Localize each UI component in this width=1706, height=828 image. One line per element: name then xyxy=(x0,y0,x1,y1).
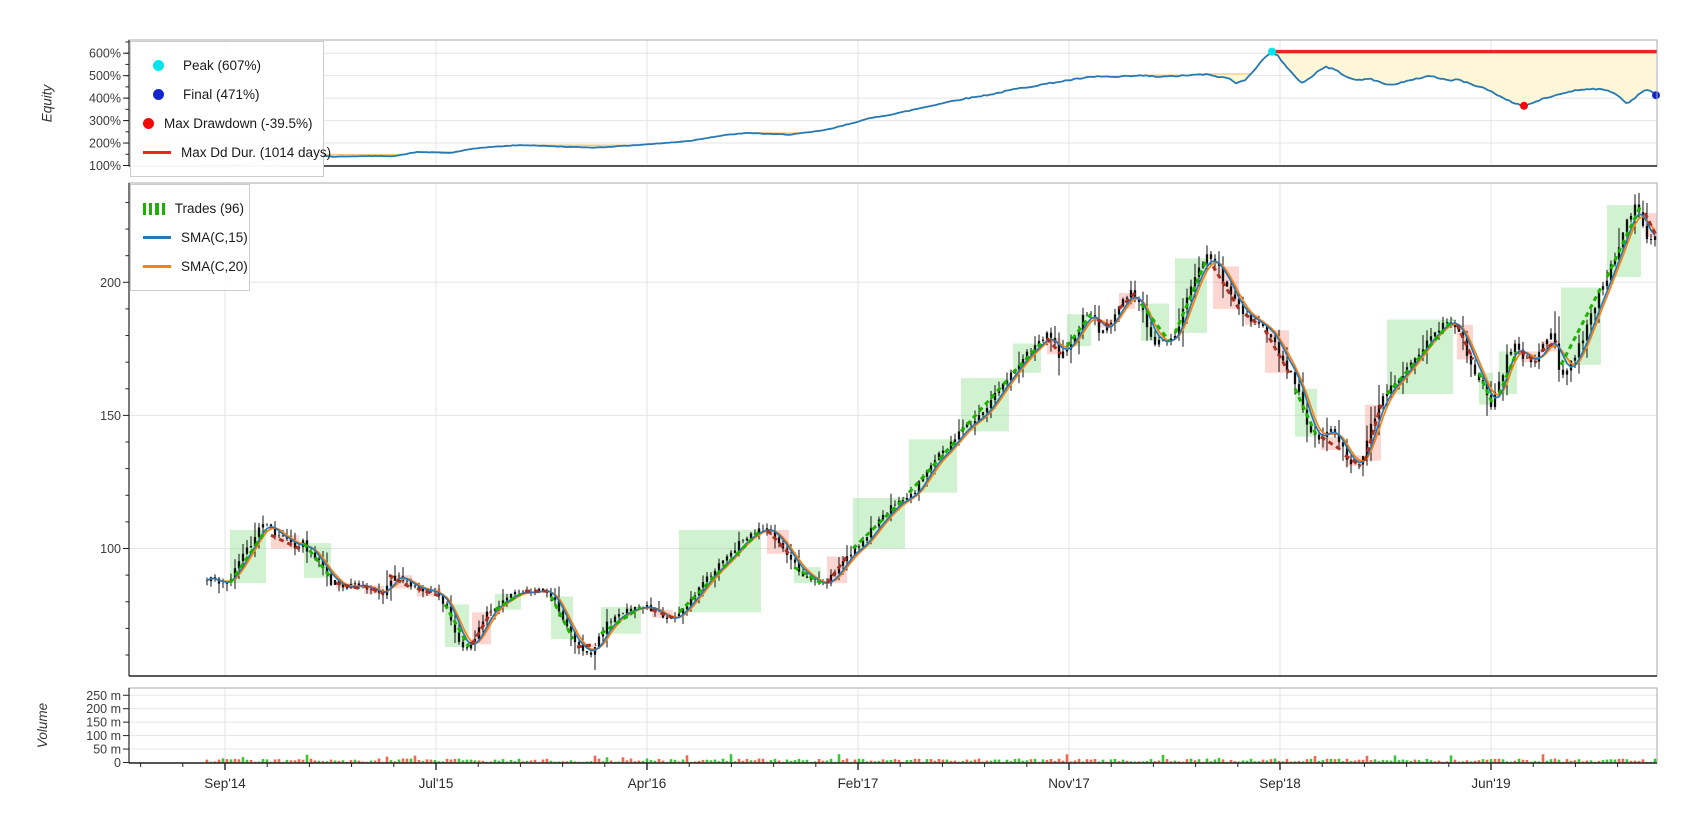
backtest-figure: 100% 200% 300% 400% 500% 600% 100 150 200 0 50 m 10… xyxy=(0,0,1706,828)
y-tick-label: 200% xyxy=(89,137,121,151)
legend-label-sma15: SMA(C,15) xyxy=(181,230,248,245)
legend-label-max-dd-duration: Max Dd Dur. (1014 days) xyxy=(181,145,332,160)
y-tick-label: 200 xyxy=(100,276,121,290)
equity-legend: Peak (607%) Final (471%) Max Drawdown (-… xyxy=(130,41,331,177)
final-dot-icon xyxy=(143,89,173,100)
final-marker xyxy=(1652,91,1660,100)
y-tick-label: 150 xyxy=(100,409,121,423)
sma15-line-icon xyxy=(143,236,171,239)
x-axis-label: Nov'17 xyxy=(1048,776,1090,791)
sma20-line-icon xyxy=(143,265,171,268)
y-tick-label: 100 xyxy=(100,542,121,556)
legend-label-max-drawdown: Max Drawdown (-39.5%) xyxy=(164,116,313,131)
legend-label-peak: Peak (607%) xyxy=(183,58,262,73)
x-axis-label: Feb'17 xyxy=(838,776,879,791)
peak-dot-icon xyxy=(143,60,173,71)
legend-label-trades: Trades (96) xyxy=(174,201,245,216)
legend-item-trades: Trades (96) xyxy=(143,194,244,223)
volume-plot-area[interactable] xyxy=(129,688,1657,763)
y-tick-label: 600% xyxy=(89,47,121,61)
legend-item-max-drawdown: Max Drawdown (-39.5%) xyxy=(143,109,313,138)
volume-axis-title: Volume xyxy=(35,702,51,749)
y-tick-label: 250 m xyxy=(86,689,121,703)
y-tick-label: 100 m xyxy=(86,729,121,743)
y-tick-label: 500% xyxy=(89,69,121,83)
equity-axis-title: Equity xyxy=(39,84,55,123)
x-axis-label: Sep'14 xyxy=(204,776,246,791)
trades-dashes-icon xyxy=(143,202,165,215)
legend-item-final: Final (471%) xyxy=(143,80,309,109)
price-legend: Trades (96) SMA(C,15) SMA(C,20) xyxy=(130,184,250,291)
max-dd-duration-line-icon xyxy=(143,151,171,154)
x-axis-label: Jul'15 xyxy=(419,776,454,791)
max-drawdown-marker xyxy=(1520,101,1528,110)
y-tick-label: 400% xyxy=(89,92,121,106)
legend-item-peak: Peak (607%) xyxy=(143,51,309,80)
x-axis-label: Sep'18 xyxy=(1259,776,1301,791)
price-plot-area[interactable] xyxy=(129,183,1657,676)
legend-label-sma20: SMA(C,20) xyxy=(181,259,248,274)
legend-item-max-dd-duration: Max Dd Dur. (1014 days) xyxy=(143,138,331,167)
y-tick-label: 300% xyxy=(89,114,121,128)
max-drawdown-dot-icon xyxy=(143,118,154,129)
peak-marker xyxy=(1268,47,1276,56)
legend-item-sma15: SMA(C,15) xyxy=(143,223,248,252)
x-axis-label: Jun'19 xyxy=(1471,776,1510,791)
y-tick-label: 100% xyxy=(89,159,121,173)
legend-item-sma20: SMA(C,20) xyxy=(143,252,248,281)
x-axis-label: Apr'16 xyxy=(628,776,667,791)
y-tick-label: 150 m xyxy=(86,716,121,730)
legend-label-final: Final (471%) xyxy=(183,87,260,102)
y-tick-label: 0 xyxy=(114,756,121,770)
y-tick-label: 50 m xyxy=(93,743,121,757)
y-tick-label: 200 m xyxy=(86,702,121,716)
